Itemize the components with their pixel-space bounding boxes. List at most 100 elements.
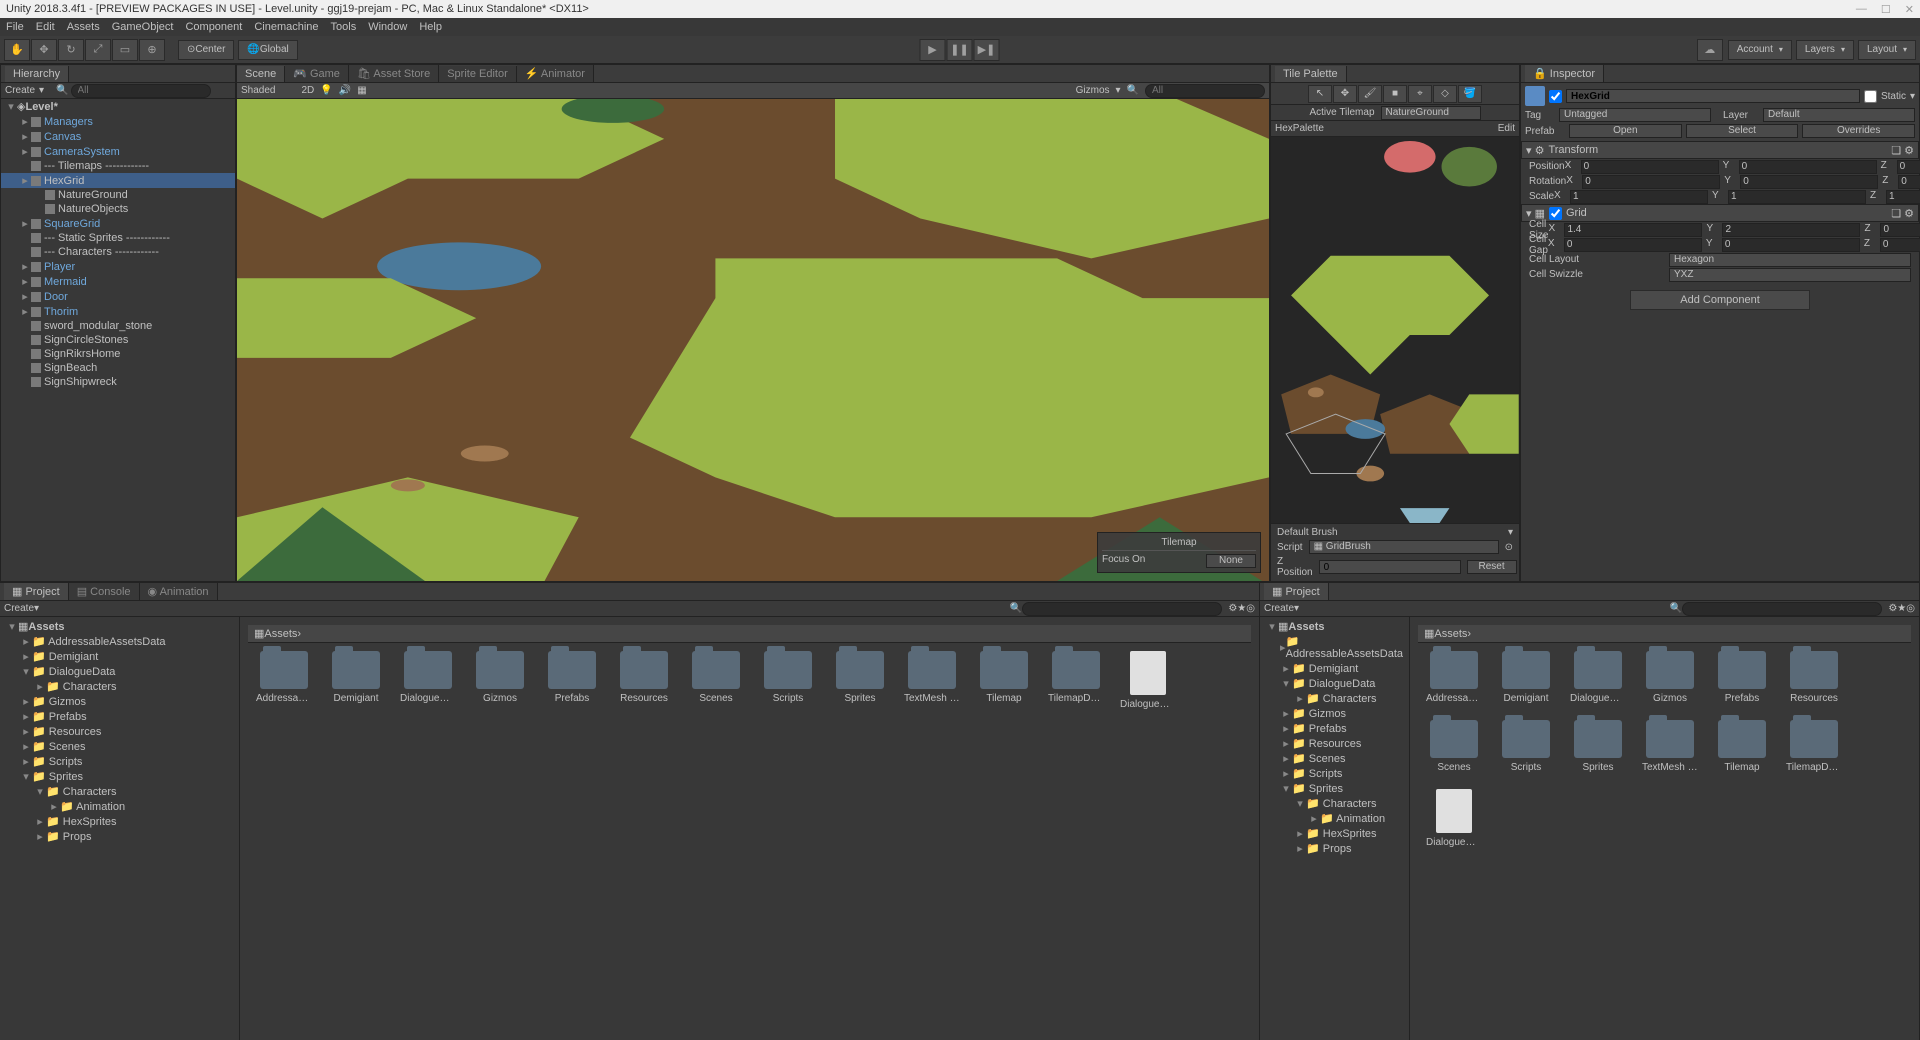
- asset-folder[interactable]: TextMesh P...: [904, 651, 960, 710]
- hierarchy-item[interactable]: ▸SquareGrid: [1, 216, 235, 231]
- prefab-overrides-button[interactable]: Overrides: [1802, 124, 1915, 138]
- layer-dropdown[interactable]: Default: [1763, 108, 1915, 122]
- project-tree-item[interactable]: ▸📁 Resources: [2, 724, 237, 739]
- asset-folder[interactable]: Tilemap: [976, 651, 1032, 710]
- asset-file[interactable]: DialogueDa...: [1426, 789, 1482, 848]
- layout-dropdown[interactable]: Layout: [1858, 40, 1916, 60]
- shading-dropdown[interactable]: Shaded: [241, 85, 275, 96]
- tab-scene[interactable]: Scene: [237, 66, 285, 82]
- asset-folder[interactable]: Scripts: [1498, 720, 1554, 773]
- asset-folder[interactable]: Scripts: [760, 651, 816, 710]
- pause-button[interactable]: ❚❚: [947, 39, 973, 61]
- project-tree-item[interactable]: ▸📁 HexSprites: [2, 814, 237, 829]
- layers-dropdown[interactable]: Layers: [1796, 40, 1854, 60]
- box-tool[interactable]: ■: [1383, 85, 1407, 103]
- asset-folder[interactable]: Tilemap: [1714, 720, 1770, 773]
- hierarchy-item[interactable]: ▸HexGrid: [1, 173, 235, 188]
- gameobject-name-input[interactable]: [1566, 89, 1860, 103]
- hierarchy-item[interactable]: ▸Canvas: [1, 129, 235, 144]
- project-tree-item[interactable]: ▸📁 Scenes: [1262, 751, 1407, 766]
- brush-zpos-input[interactable]: [1319, 560, 1461, 574]
- hand-tool[interactable]: ✋: [4, 39, 30, 61]
- menu-help[interactable]: Help: [419, 21, 442, 33]
- asset-folder[interactable]: Resources: [1786, 651, 1842, 704]
- animation-tab[interactable]: ◉ Animation: [140, 583, 218, 600]
- project-tree-item[interactable]: ▸📁 Scenes: [2, 739, 237, 754]
- picker-tool[interactable]: ⌖: [1408, 85, 1432, 103]
- scene-viewport[interactable]: Tilemap Focus On None ➤: [237, 99, 1269, 581]
- asset-folder[interactable]: DialogueDa...: [400, 651, 456, 710]
- hierarchy-item[interactable]: sword_modular_stone: [1, 319, 235, 333]
- asset-folder[interactable]: Gizmos: [472, 651, 528, 710]
- project-tree-item[interactable]: ▸📁 Gizmos: [2, 694, 237, 709]
- tab-sprite-editor[interactable]: Sprite Editor: [439, 66, 517, 82]
- hidden-icon[interactable]: ◎: [1246, 603, 1255, 614]
- rot-x[interactable]: [1582, 175, 1720, 189]
- asset-folder[interactable]: TilemapData: [1786, 720, 1842, 773]
- hierarchy-item[interactable]: ▸Managers: [1, 114, 235, 129]
- hierarchy-item[interactable]: ▸Mermaid: [1, 274, 235, 289]
- pos-z[interactable]: [1897, 160, 1920, 174]
- asset-folder[interactable]: Gizmos: [1642, 651, 1698, 704]
- cellgap-z[interactable]: [1880, 238, 1920, 252]
- static-checkbox[interactable]: [1864, 90, 1877, 103]
- space-toggle[interactable]: 🌐 Global: [238, 40, 297, 60]
- project-tree-item[interactable]: ▾📁 DialogueData: [2, 664, 237, 679]
- tab-animator[interactable]: ⚡ Animator: [517, 65, 594, 82]
- project-tree-item[interactable]: ▸📁 Props: [2, 829, 237, 844]
- prefab-open-button[interactable]: Open: [1569, 124, 1682, 138]
- asset-folder[interactable]: Scenes: [1426, 720, 1482, 773]
- project-tree-item[interactable]: ▸📁 AddressableAssetsData: [2, 634, 237, 649]
- hierarchy-item[interactable]: ▸Player: [1, 259, 235, 274]
- project-tree-item[interactable]: ▸📁 AddressableAssetsData: [1262, 634, 1407, 661]
- hierarchy-item[interactable]: ▸CameraSystem: [1, 144, 235, 159]
- project-create-left[interactable]: Create: [4, 603, 34, 614]
- close-icon[interactable]: ✕: [1905, 3, 1914, 16]
- lighting-icon[interactable]: 💡: [320, 85, 332, 96]
- asset-folder[interactable]: Addressabl...: [1426, 651, 1482, 704]
- cloud-icon[interactable]: ☁: [1697, 39, 1723, 61]
- fill-tool[interactable]: 🪣: [1458, 85, 1482, 103]
- project-tab-right[interactable]: ▦ Project: [1264, 583, 1329, 600]
- filter-icon[interactable]: ⚙: [1228, 603, 1237, 614]
- project-tree-item[interactable]: ▸📁 Characters: [1262, 691, 1407, 706]
- hierarchy-item[interactable]: NatureObjects: [1, 202, 235, 216]
- palette-name-dropdown[interactable]: HexPalette: [1275, 123, 1324, 134]
- project-search-right[interactable]: [1682, 602, 1882, 616]
- pivot-toggle[interactable]: ⊙ Center: [178, 40, 234, 60]
- console-tab[interactable]: ▤ Console: [69, 583, 140, 600]
- hidden-icon-right[interactable]: ◎: [1906, 603, 1915, 614]
- scene-root[interactable]: ▾◈ Level*: [1, 99, 235, 114]
- project-tab[interactable]: ▦ Project: [4, 583, 69, 600]
- project-tree-item[interactable]: ▸📁 Demigiant: [1262, 661, 1407, 676]
- project-root[interactable]: ▾▦ Assets: [2, 619, 237, 634]
- hierarchy-item[interactable]: SignRikrsHome: [1, 347, 235, 361]
- step-button[interactable]: ▶❚: [974, 39, 1000, 61]
- menu-cinemachine[interactable]: Cinemachine: [254, 21, 318, 33]
- brush-script-picker[interactable]: ⊙: [1505, 542, 1513, 553]
- asset-folder[interactable]: Resources: [616, 651, 672, 710]
- hierarchy-item[interactable]: SignCircleStones: [1, 333, 235, 347]
- hierarchy-search[interactable]: [71, 84, 211, 98]
- grid-component-header[interactable]: ▾ ▦ Grid❏ ⚙: [1521, 204, 1919, 222]
- 2d-toggle[interactable]: 2D: [301, 85, 314, 96]
- tag-dropdown[interactable]: Untagged: [1559, 108, 1711, 122]
- menu-file[interactable]: File: [6, 21, 24, 33]
- hierarchy-item[interactable]: NatureGround: [1, 188, 235, 202]
- cellgap-y[interactable]: [1722, 238, 1860, 252]
- cell-layout-dropdown[interactable]: Hexagon: [1669, 253, 1911, 267]
- cellsize-x[interactable]: [1564, 223, 1702, 237]
- tab-game[interactable]: 🎮 Game: [285, 65, 349, 82]
- hierarchy-create[interactable]: Create: [5, 85, 35, 96]
- gizmos-dropdown[interactable]: Gizmos: [1076, 85, 1110, 96]
- hierarchy-item[interactable]: ▸Door: [1, 289, 235, 304]
- account-dropdown[interactable]: Account: [1728, 40, 1792, 60]
- hierarchy-item[interactable]: SignBeach: [1, 361, 235, 375]
- play-button[interactable]: ▶: [920, 39, 946, 61]
- tab-asset-store[interactable]: 🛍 Asset Store: [349, 65, 439, 82]
- project-tree-item[interactable]: ▾📁 Characters: [2, 784, 237, 799]
- brush-tool[interactable]: 🖌: [1358, 85, 1382, 103]
- brush-script-field[interactable]: ▦ GridBrush: [1309, 540, 1499, 554]
- asset-folder[interactable]: Addressabl...: [256, 651, 312, 710]
- hierarchy-item[interactable]: --- Tilemaps ------------: [1, 159, 235, 173]
